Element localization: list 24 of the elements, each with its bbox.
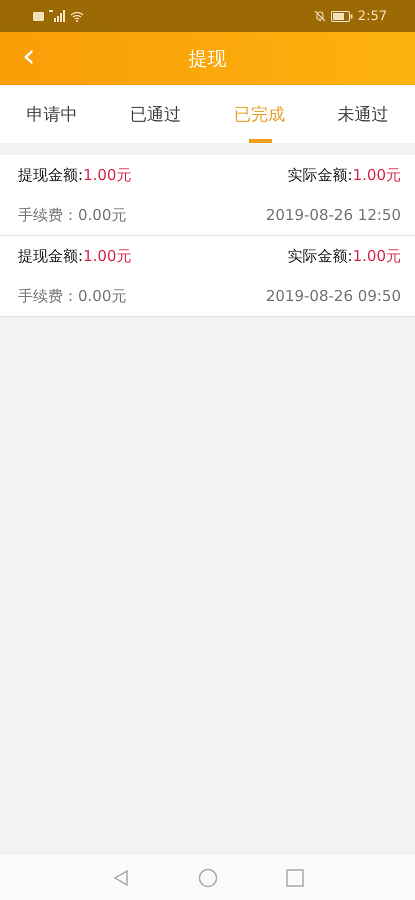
actual-amount-value: 1.00元	[352, 166, 401, 184]
amount-label: 提现金额:	[18, 246, 84, 266]
wifi-icon	[70, 10, 84, 22]
fee-text: 手续费：0.00元	[18, 206, 126, 224]
back-icon[interactable]	[112, 868, 130, 886]
tab[interactable]: 未通过	[311, 85, 415, 143]
tab[interactable]: 已通过	[104, 85, 208, 143]
clock-time: 2:57	[358, 8, 387, 24]
actual-amount-label: 实际金额:	[288, 246, 353, 266]
battery-icon	[330, 10, 353, 22]
tab[interactable]: 申请中	[0, 85, 104, 143]
actual-amount-value: 1.00元	[352, 246, 401, 266]
page-title: 提现	[188, 46, 226, 72]
recent-apps-icon[interactable]	[286, 868, 304, 886]
home-icon[interactable]	[198, 868, 218, 888]
amount-value: 1.00元	[83, 166, 132, 184]
amount-value: 1.00元	[83, 246, 132, 266]
signal-icon	[49, 10, 65, 22]
date-time: 2019-08-26 12:50	[266, 206, 401, 224]
actual-amount-label: 实际金额:	[288, 166, 353, 184]
mute-icon	[314, 10, 326, 22]
fee-text: 手续费：0.00元	[18, 286, 126, 306]
amount-label: 提现金额:	[18, 166, 84, 184]
date-time: 2019-08-26 09:50	[266, 287, 401, 305]
